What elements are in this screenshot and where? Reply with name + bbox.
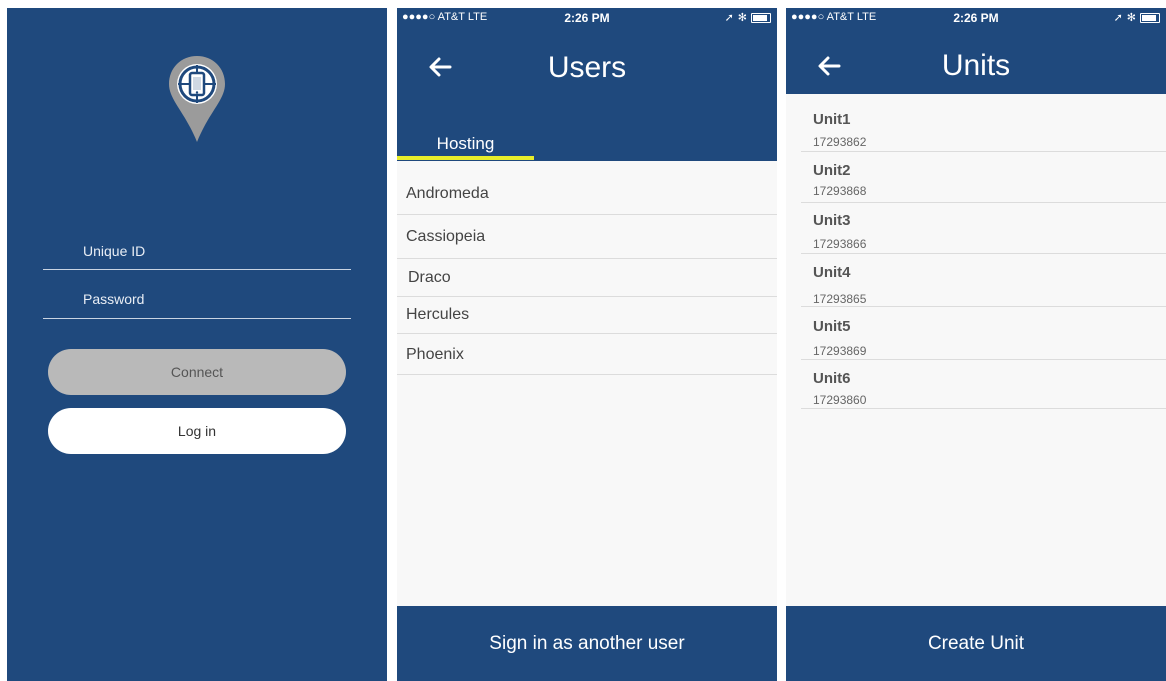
unit-item-6[interactable]: Unit6 17293860 xyxy=(786,360,1166,409)
unit-item-2[interactable]: Unit2 17293868 xyxy=(786,152,1166,203)
users-header: ●●●●○ AT&T LTE 2:26 PM ➚ ✻ Users Hosting xyxy=(397,8,777,161)
unit-item-1[interactable]: Unit1 17293862 xyxy=(786,94,1166,152)
status-time: 2:26 PM xyxy=(953,11,999,25)
unit-id: 17293868 xyxy=(813,184,867,198)
sign-in-another-user-button[interactable]: Sign in as another user xyxy=(397,606,777,681)
battery-icon xyxy=(751,12,771,23)
user-item-phoenix[interactable]: Phoenix xyxy=(397,334,777,375)
page-title: Users xyxy=(547,51,627,84)
page-title: Units xyxy=(941,49,1011,82)
location-arrow-icon: ➚ xyxy=(724,12,734,24)
unit-name: Unit6 xyxy=(813,370,851,387)
user-name: Draco xyxy=(408,269,451,286)
user-item-cassiopeia[interactable]: Cassiopeia xyxy=(397,215,777,259)
login-screen: Unique ID Password Connect Log in xyxy=(7,8,387,681)
location-arrow-icon: ➚ xyxy=(1113,12,1123,24)
unit-name: Unit1 xyxy=(813,111,851,128)
unit-id: 17293865 xyxy=(813,292,867,306)
connect-button[interactable]: Connect xyxy=(48,349,346,395)
status-time: 2:26 PM xyxy=(564,11,610,25)
users-screen: ●●●●○ AT&T LTE 2:26 PM ➚ ✻ Users Hosting… xyxy=(397,8,777,681)
units-screen: ●●●●○ AT&T LTE 2:26 PM ➚ ✻ Units Unit1 1… xyxy=(786,8,1166,681)
tab-hosting[interactable]: Hosting xyxy=(397,134,534,154)
unique-id-underline xyxy=(43,269,351,270)
units-header: ●●●●○ AT&T LTE 2:26 PM ➚ ✻ Units xyxy=(786,8,1166,94)
status-icons: ➚ ✻ xyxy=(725,11,771,24)
user-name: Hercules xyxy=(406,306,470,323)
unique-id-field[interactable]: Unique ID xyxy=(83,243,145,259)
password-field[interactable]: Password xyxy=(83,291,144,307)
divider xyxy=(397,374,777,375)
footer-label: Sign in as another user xyxy=(489,632,685,654)
unit-id: 17293862 xyxy=(813,135,867,149)
user-item-andromeda[interactable]: Andromeda xyxy=(397,161,777,215)
location-pin-logo-icon xyxy=(169,56,225,142)
footer-label: Create Unit xyxy=(927,632,1025,654)
tab-active-indicator xyxy=(397,156,534,160)
user-name: Cassiopeia xyxy=(406,228,486,245)
divider xyxy=(801,408,1166,409)
user-name: Phoenix xyxy=(406,346,464,363)
login-button[interactable]: Log in xyxy=(48,408,346,454)
connect-button-label: Connect xyxy=(170,364,224,380)
unit-name: Unit5 xyxy=(813,318,851,335)
status-icons: ➚ ✻ xyxy=(1114,11,1160,24)
unit-name: Unit3 xyxy=(813,212,851,229)
unit-item-4[interactable]: Unit4 17293865 xyxy=(786,254,1166,307)
create-unit-button[interactable]: Create Unit xyxy=(786,606,1166,681)
unit-id: 17293866 xyxy=(813,237,867,251)
login-button-label: Log in xyxy=(177,423,217,439)
unit-item-3[interactable]: Unit3 17293866 xyxy=(786,203,1166,254)
unit-item-5[interactable]: Unit5 17293869 xyxy=(786,307,1166,360)
unit-name: Unit4 xyxy=(813,264,851,281)
bluetooth-icon: ✻ xyxy=(1126,12,1136,24)
user-name: Andromeda xyxy=(406,185,489,202)
battery-icon xyxy=(1140,12,1160,23)
user-item-draco[interactable]: Draco xyxy=(397,259,777,297)
unit-id: 17293869 xyxy=(813,344,867,358)
status-bar: ●●●●○ AT&T LTE 2:26 PM ➚ ✻ xyxy=(786,11,1166,27)
unit-id: 17293860 xyxy=(813,393,867,407)
unit-name: Unit2 xyxy=(813,162,851,179)
password-underline xyxy=(43,318,351,319)
status-bar: ●●●●○ AT&T LTE 2:26 PM ➚ ✻ xyxy=(397,11,777,27)
bluetooth-icon: ✻ xyxy=(737,12,747,24)
user-item-hercules[interactable]: Hercules xyxy=(397,297,777,334)
